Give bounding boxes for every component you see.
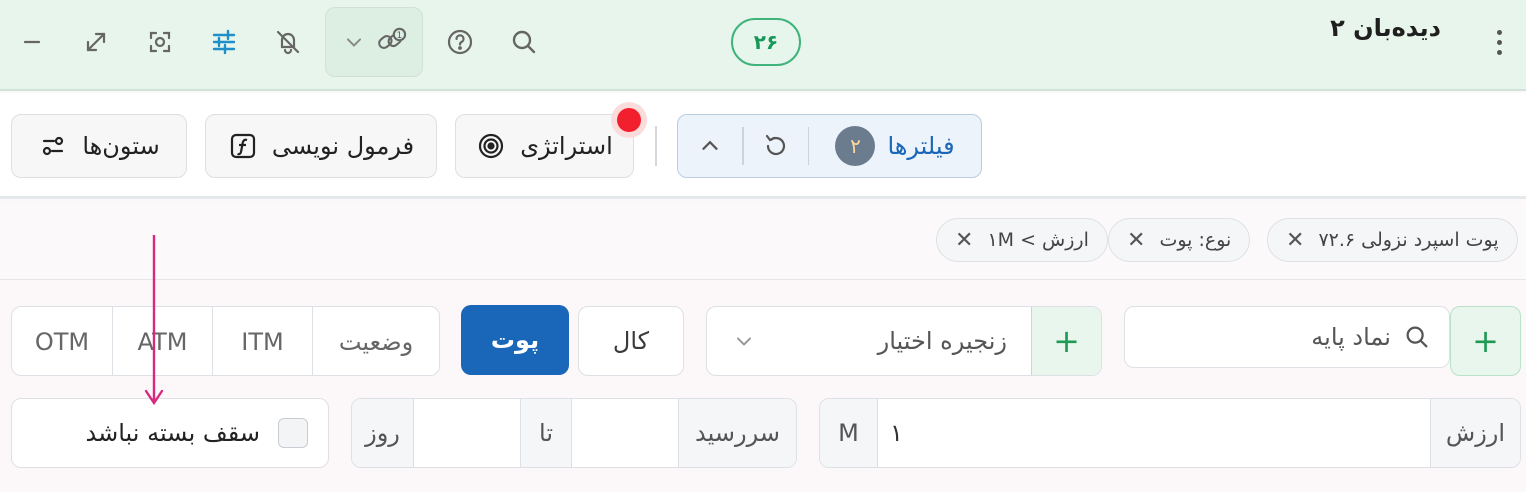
strategy-button[interactable]: استراتژی <box>455 114 634 178</box>
maturity-from-input[interactable] <box>572 399 678 467</box>
help-icon[interactable] <box>438 20 482 64</box>
add-underlying-button[interactable]: + <box>1450 306 1521 376</box>
maturity-to-input[interactable] <box>414 399 520 467</box>
chain-selector[interactable]: 1 <box>325 7 423 77</box>
filter-chip[interactable]: پوت اسپرد نزولی ۷۲.۶ ✕ <box>1267 218 1518 262</box>
value-input[interactable]: ۱ <box>878 399 1430 467</box>
alert-dot <box>611 102 647 138</box>
option-chain-select[interactable]: زنجیره اختیار + <box>706 306 1102 376</box>
collapse-button[interactable] <box>678 115 742 177</box>
value-filter: M ۱ ارزش <box>819 398 1521 468</box>
filter-chip[interactable]: ارزش > ۱M ✕ <box>936 218 1108 262</box>
target-icon <box>479 133 504 159</box>
add-chain-button[interactable]: + <box>1031 307 1101 375</box>
value-label: ارزش <box>1430 399 1520 467</box>
chip-label: پوت اسپرد نزولی ۷۲.۶ <box>1318 229 1499 251</box>
put-button[interactable]: پوت <box>461 305 569 375</box>
no-cap-checkbox[interactable] <box>278 418 308 448</box>
close-icon[interactable]: ✕ <box>1127 228 1145 253</box>
bell-off-icon[interactable] <box>266 20 310 64</box>
chain-placeholder: زنجیره اختیار <box>877 327 1007 355</box>
search-icon <box>1406 326 1428 348</box>
minimize-icon[interactable] <box>10 20 54 64</box>
filter-chip[interactable]: نوع: پوت ✕ <box>1108 218 1251 262</box>
chip-label: نوع: پوت <box>1159 229 1232 251</box>
underlying-search-input[interactable]: نماد پایه <box>1124 306 1450 368</box>
toolbar-divider <box>655 126 657 166</box>
chip-label: ارزش > ۱M <box>987 229 1089 251</box>
call-button[interactable]: کال <box>578 306 684 376</box>
moneyness-group: OTM ATM ITM وضعیت <box>11 306 440 376</box>
close-icon[interactable]: ✕ <box>1286 228 1304 253</box>
no-cap-option[interactable]: سقف بسته نباشد <box>11 398 329 468</box>
maturity-filter: روز تا سررسید <box>351 398 797 468</box>
filters-label: فیلترها <box>887 132 955 160</box>
chevron-down-icon <box>736 337 752 346</box>
annotation-arrow <box>144 235 164 406</box>
expand-icon[interactable] <box>74 20 118 64</box>
function-icon <box>230 133 255 159</box>
search-icon[interactable] <box>502 20 546 64</box>
status-label: وضعیت <box>312 307 439 375</box>
filters-button[interactable]: فیلترها ۲ <box>809 115 981 177</box>
no-cap-label: سقف بسته نباشد <box>85 419 261 447</box>
page-title: دیده‌بان ۲ <box>1330 14 1441 42</box>
more-vert-icon[interactable] <box>1484 22 1514 62</box>
columns-settings-icon <box>43 136 64 156</box>
reset-icon <box>765 134 785 156</box>
sliders-icon[interactable] <box>202 20 246 64</box>
svg-text:1: 1 <box>397 30 402 40</box>
underlying-placeholder: نماد پایه <box>1311 323 1391 351</box>
day-label: روز <box>352 399 414 467</box>
otm-toggle[interactable]: OTM <box>12 307 112 375</box>
reset-filters-button[interactable] <box>744 115 808 177</box>
focus-icon[interactable] <box>138 20 182 64</box>
strategy-label: استراتژی <box>520 132 613 160</box>
columns-label: ستون‌ها <box>82 132 160 160</box>
filters-group: فیلترها ۲ <box>677 114 982 178</box>
close-icon[interactable]: ✕ <box>955 228 973 253</box>
filters-count-badge: ۲ <box>835 126 876 166</box>
formula-label: فرمول نویسی <box>271 132 415 160</box>
formula-button[interactable]: فرمول نویسی <box>205 114 437 178</box>
maturity-label: سررسید <box>678 399 796 467</box>
chevron-down-icon <box>346 38 362 47</box>
columns-button[interactable]: ستون‌ها <box>11 114 187 178</box>
to-label: تا <box>520 399 572 467</box>
itm-toggle[interactable]: ITM <box>212 307 312 375</box>
chevron-up-icon <box>702 140 718 150</box>
value-unit[interactable]: M <box>820 399 878 467</box>
count-badge: ۲۶ <box>731 18 801 66</box>
chain-link-icon: 1 <box>378 27 407 49</box>
